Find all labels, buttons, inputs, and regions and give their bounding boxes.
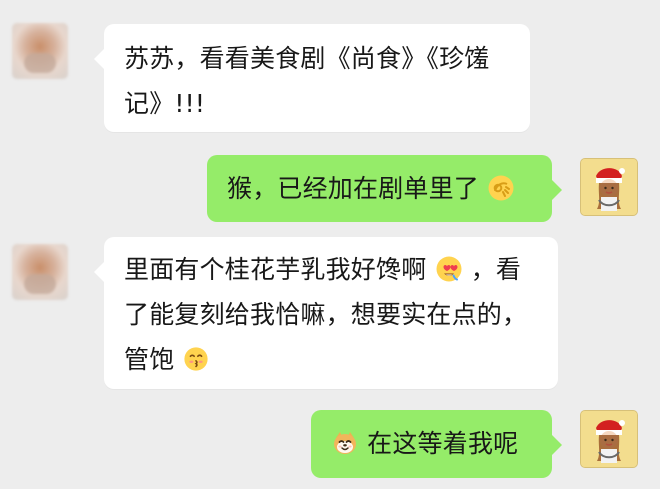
outgoing-message-text-row: 在这等着我呢 — [331, 421, 536, 466]
incoming-message-bubble[interactable]: 里面有个桂花芋乳我好馋啊 ，看了能复刻给我恰嘛，想要实在点的，管饱 — [94, 237, 558, 389]
outgoing-message-text: 在这等着我呢 — [367, 429, 519, 458]
outgoing-message-bubble[interactable]: 在这等着我呢 — [311, 410, 562, 478]
cartoon-avatar-icon — [581, 159, 637, 215]
incoming-message-text-part-1: 里面有个桂花芋乳我好馋啊 — [124, 255, 427, 284]
dog-face-icon — [331, 429, 359, 461]
incoming-message-bubble[interactable]: 苏苏，看看美食剧《尚食》《珍馐记》!!! — [94, 24, 530, 132]
outgoing-message-text: 猴，已经加在剧单里了 — [227, 174, 480, 203]
user-avatar[interactable] — [580, 410, 638, 468]
user-avatar[interactable] — [580, 158, 638, 216]
incoming-message-text: 苏苏，看看美食剧《尚食》《珍馐记》!!! — [124, 44, 490, 118]
kiss-face-icon — [183, 346, 209, 376]
contact-avatar[interactable] — [12, 23, 68, 79]
outgoing-message-bubble[interactable]: 猴，已经加在剧单里了 — [207, 155, 562, 222]
contact-avatar[interactable] — [12, 244, 68, 300]
outgoing-message-text-row: 猴，已经加在剧单里了 — [227, 166, 536, 211]
cartoon-avatar-icon — [581, 411, 637, 467]
incoming-message-text-row: 里面有个桂花芋乳我好馋啊 ，看了能复刻给我恰嘛，想要实在点的，管饱 — [124, 247, 538, 382]
heart-eyes-icon — [435, 255, 463, 287]
ok-hand-icon — [487, 174, 515, 206]
